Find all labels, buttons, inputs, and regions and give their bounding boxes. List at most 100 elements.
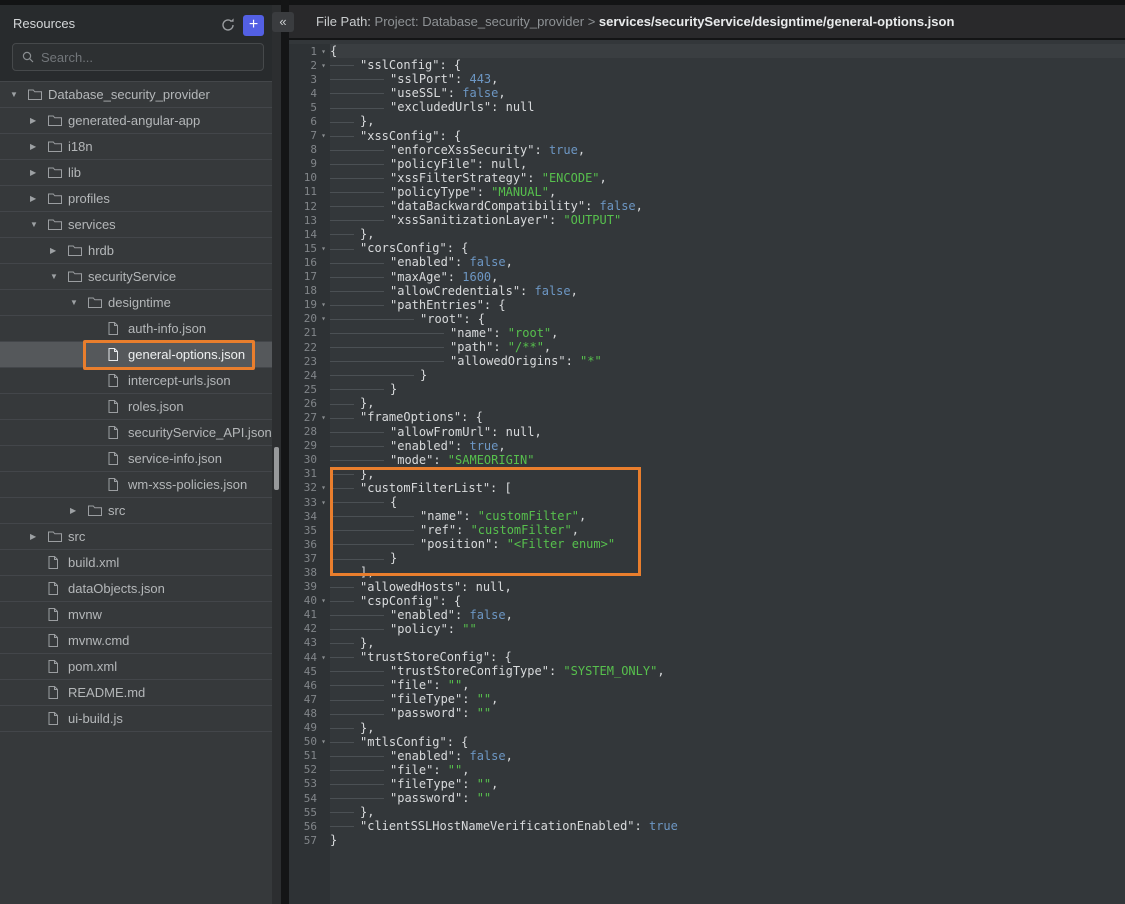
tree-item[interactable]: ▶i18n bbox=[0, 134, 272, 160]
code-token: , bbox=[572, 523, 579, 537]
fold-toggle-icon[interactable]: ▾ bbox=[317, 413, 330, 422]
gutter-row: 14 bbox=[289, 227, 330, 241]
code-line: "excludedUrls": null bbox=[330, 100, 1125, 114]
tree-scrollbar-thumb[interactable] bbox=[274, 447, 279, 490]
tree-item[interactable]: ▶lib bbox=[0, 160, 272, 186]
code-token: "useSSL": bbox=[390, 86, 462, 100]
tree-item[interactable]: auth-info.json bbox=[0, 316, 272, 342]
resources-panel: Resources + ▼Database_security_provider▶… bbox=[0, 5, 272, 904]
tree-item[interactable]: ui-build.js bbox=[0, 706, 272, 732]
code-token: "" bbox=[462, 622, 476, 636]
fold-toggle-icon[interactable]: ▾ bbox=[317, 131, 330, 140]
code-line: "allowedOrigins": "*" bbox=[330, 354, 1125, 368]
code-token: ], bbox=[360, 565, 374, 579]
fold-toggle-icon[interactable]: ▾ bbox=[317, 596, 330, 605]
gutter-row: 41 bbox=[289, 608, 330, 622]
chevron-right-icon[interactable]: ▶ bbox=[28, 532, 48, 541]
tree-item[interactable]: ▶src bbox=[0, 498, 272, 524]
tree-item-label: mvnw bbox=[68, 607, 102, 622]
tree-item[interactable]: wm-xss-policies.json bbox=[0, 472, 272, 498]
chevron-right-icon[interactable]: ▶ bbox=[48, 246, 68, 255]
tree-item[interactable]: general-options.json bbox=[0, 342, 272, 368]
code-token: "" bbox=[448, 678, 462, 692]
fold-toggle-icon[interactable]: ▾ bbox=[317, 47, 330, 56]
code-token: "ref": bbox=[420, 523, 471, 537]
tree-item[interactable]: ▼securityService bbox=[0, 264, 272, 290]
code-line: "dataBackwardCompatibility": false, bbox=[330, 199, 1125, 213]
code-line: } bbox=[330, 382, 1125, 396]
fold-toggle-icon[interactable]: ▾ bbox=[317, 737, 330, 746]
gutter-row: 49 bbox=[289, 721, 330, 735]
collapse-panel-button[interactable]: « bbox=[272, 12, 294, 32]
line-number: 38 bbox=[289, 566, 317, 579]
gutter-row: 37 bbox=[289, 551, 330, 565]
line-number: 3 bbox=[289, 73, 317, 86]
code-token: "trustStoreConfigType": bbox=[390, 664, 563, 678]
tree-item[interactable]: intercept-urls.json bbox=[0, 368, 272, 394]
chevron-down-icon[interactable]: ▼ bbox=[8, 90, 28, 99]
search-input[interactable] bbox=[41, 45, 259, 69]
gutter-row: 4 bbox=[289, 86, 330, 100]
line-number: 36 bbox=[289, 538, 317, 551]
tree-item[interactable]: ▶hrdb bbox=[0, 238, 272, 264]
code-token: "frameOptions": { bbox=[360, 410, 483, 424]
code-token: "fileType": bbox=[390, 777, 477, 791]
tree-item[interactable]: build.xml bbox=[0, 550, 272, 576]
chevron-right-icon[interactable]: ▶ bbox=[28, 168, 48, 177]
gutter-row: 48 bbox=[289, 706, 330, 720]
code-line: { bbox=[330, 495, 1125, 509]
code-token: "excludedUrls": null bbox=[390, 100, 535, 114]
indent-guide bbox=[330, 523, 420, 537]
fold-toggle-icon[interactable]: ▾ bbox=[317, 300, 330, 309]
tree-item[interactable]: dataObjects.json bbox=[0, 576, 272, 602]
tree-item[interactable]: ▶src bbox=[0, 524, 272, 550]
code-token: , bbox=[551, 326, 558, 340]
file-tree: ▼Database_security_provider▶generated-an… bbox=[0, 81, 272, 904]
fold-toggle-icon[interactable]: ▾ bbox=[317, 244, 330, 253]
tree-item[interactable]: service-info.json bbox=[0, 446, 272, 472]
code-line: "sslPort": 443, bbox=[330, 72, 1125, 86]
chevron-right-icon[interactable]: ▶ bbox=[68, 506, 88, 515]
line-number: 53 bbox=[289, 777, 317, 790]
tree-item[interactable]: mvnw.cmd bbox=[0, 628, 272, 654]
file-icon bbox=[108, 374, 128, 387]
code-token: { bbox=[390, 495, 397, 509]
fold-toggle-icon[interactable]: ▾ bbox=[317, 314, 330, 323]
code-token: , bbox=[506, 749, 513, 763]
chevron-right-icon[interactable]: ▶ bbox=[28, 194, 48, 203]
tree-item[interactable]: ▼Database_security_provider bbox=[0, 82, 272, 108]
chevron-down-icon[interactable]: ▼ bbox=[68, 298, 88, 307]
fold-toggle-icon[interactable]: ▾ bbox=[317, 483, 330, 492]
chevron-down-icon[interactable]: ▼ bbox=[28, 220, 48, 229]
line-number: 49 bbox=[289, 721, 317, 734]
chevron-right-icon[interactable]: ▶ bbox=[28, 142, 48, 151]
add-button[interactable]: + bbox=[243, 15, 264, 36]
fold-toggle-icon[interactable]: ▾ bbox=[317, 653, 330, 662]
chevron-down-icon[interactable]: ▼ bbox=[48, 272, 68, 281]
code-token: "enabled": bbox=[390, 749, 469, 763]
tree-item[interactable]: README.md bbox=[0, 680, 272, 706]
tree-item[interactable]: roles.json bbox=[0, 394, 272, 420]
indent-guide bbox=[330, 410, 360, 424]
tree-item[interactable]: securityService_API.json bbox=[0, 420, 272, 446]
line-number: 30 bbox=[289, 453, 317, 466]
tree-item[interactable]: pom.xml bbox=[0, 654, 272, 680]
line-number: 10 bbox=[289, 171, 317, 184]
line-number: 44 bbox=[289, 651, 317, 664]
tree-item[interactable]: ▼services bbox=[0, 212, 272, 238]
tree-item[interactable]: ▶generated-angular-app bbox=[0, 108, 272, 134]
tree-item[interactable]: ▼designtime bbox=[0, 290, 272, 316]
code-token: { bbox=[330, 44, 337, 58]
tree-item[interactable]: mvnw bbox=[0, 602, 272, 628]
tree-item[interactable]: ▶profiles bbox=[0, 186, 272, 212]
code-token: "customFilter" bbox=[478, 509, 579, 523]
line-number: 17 bbox=[289, 270, 317, 283]
refresh-button[interactable] bbox=[220, 17, 238, 35]
indent-guide bbox=[330, 763, 390, 777]
indent-guide bbox=[330, 86, 390, 100]
chevron-right-icon[interactable]: ▶ bbox=[28, 116, 48, 125]
fold-toggle-icon[interactable]: ▾ bbox=[317, 61, 330, 70]
code-line: } bbox=[330, 551, 1125, 565]
code-editor[interactable]: 1▾2▾34567▾89101112131415▾16171819▾20▾212… bbox=[289, 40, 1125, 904]
fold-toggle-icon[interactable]: ▾ bbox=[317, 498, 330, 507]
